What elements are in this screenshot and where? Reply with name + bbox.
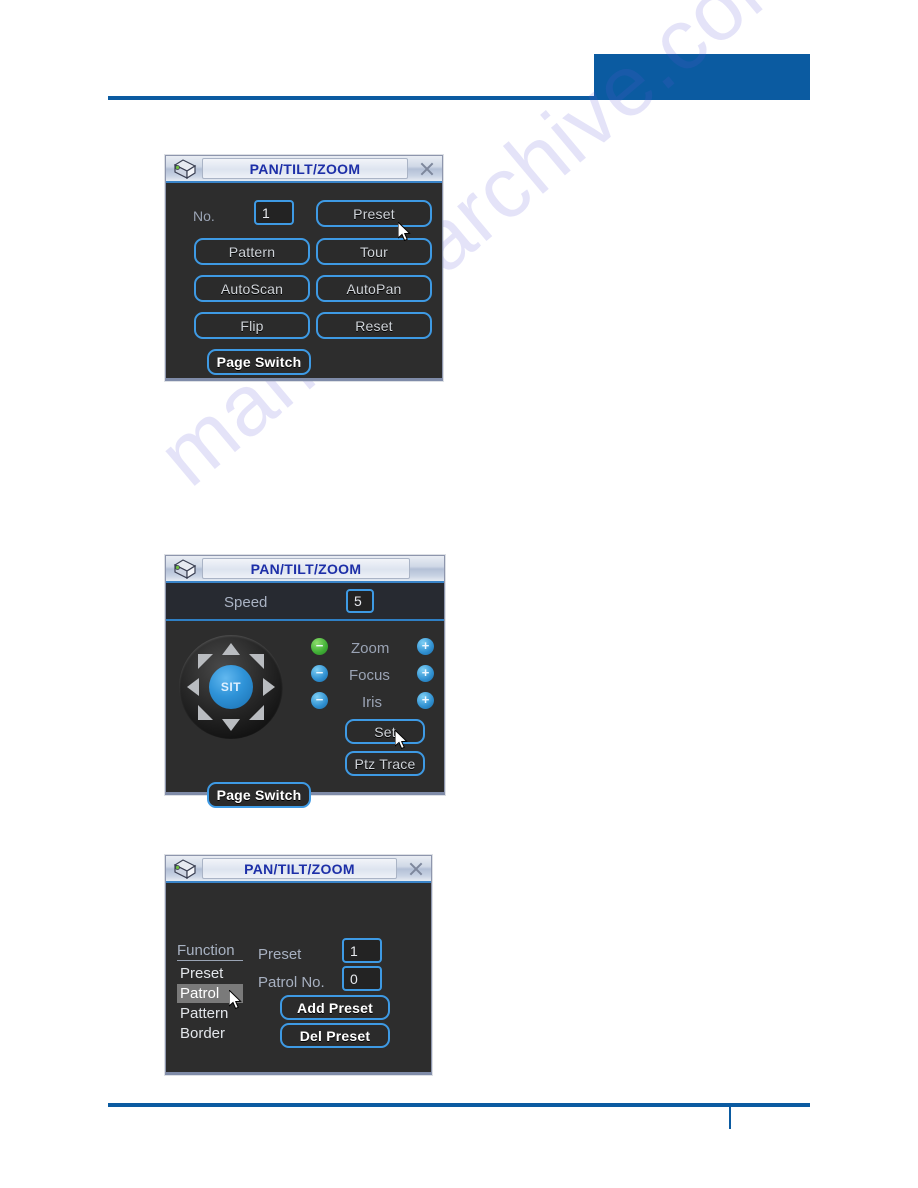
arrow-up-left-icon[interactable]	[198, 654, 213, 669]
zoom-label: Zoom	[351, 640, 390, 657]
function-list-header: Function	[177, 943, 243, 961]
set-button[interactable]: Set	[345, 719, 425, 744]
speed-row	[166, 583, 444, 621]
arrow-down-left-icon[interactable]	[198, 705, 213, 720]
titlebar: PAN/TILT/ZOOM	[166, 556, 444, 583]
mouse-cursor	[394, 728, 408, 750]
patrol-no-label: Patrol No.	[258, 974, 325, 991]
dialog-title-plate: PAN/TILT/ZOOM	[202, 858, 397, 879]
function-item-border[interactable]: Border	[177, 1024, 228, 1043]
del-preset-button[interactable]: Del Preset	[280, 1023, 390, 1048]
dialog-title: PAN/TILT/ZOOM	[244, 860, 355, 877]
titlebar: PAN/TILT/ZOOM	[166, 856, 431, 883]
ptz-dialog-menu: PAN/TILT/ZOOM No. 1 Preset Pattern Tour …	[165, 155, 443, 381]
no-label: No.	[193, 208, 215, 224]
titlebar: PAN/TILT/ZOOM	[166, 156, 442, 183]
speed-input[interactable]: 5	[346, 589, 374, 613]
ptz-dialog-function: PAN/TILT/ZOOM Function Preset Patrol Pat…	[165, 855, 432, 1075]
camera-icon	[170, 858, 200, 880]
close-icon[interactable]	[414, 157, 440, 180]
dialog-title: PAN/TILT/ZOOM	[250, 560, 362, 577]
mouse-cursor	[397, 220, 411, 242]
iris-label: Iris	[362, 694, 382, 711]
reset-button[interactable]: Reset	[316, 312, 432, 339]
iris-plus-button[interactable]: +	[417, 692, 434, 709]
header-rule	[108, 96, 810, 100]
arrow-left-icon[interactable]	[187, 678, 199, 696]
flip-button[interactable]: Flip	[194, 312, 310, 339]
header-accent-block	[594, 54, 810, 99]
arrow-down-right-icon[interactable]	[249, 705, 264, 720]
direction-pad[interactable]: SIT	[179, 635, 283, 739]
add-preset-button[interactable]: Add Preset	[280, 995, 390, 1020]
dialog-title-plate: PAN/TILT/ZOOM	[202, 158, 408, 179]
dialog-title: PAN/TILT/ZOOM	[249, 160, 361, 177]
footer-tick	[729, 1107, 731, 1129]
arrow-up-icon[interactable]	[222, 643, 240, 655]
page-switch-button[interactable]: Page Switch	[207, 349, 311, 375]
no-input[interactable]: 1	[254, 200, 294, 225]
focus-minus-button[interactable]: −	[311, 665, 328, 682]
preset-label: Preset	[258, 946, 302, 963]
camera-icon	[170, 158, 200, 180]
arrow-up-right-icon[interactable]	[249, 654, 264, 669]
dialog-title-plate: PAN/TILT/ZOOM	[202, 558, 410, 579]
zoom-plus-button[interactable]: +	[417, 638, 434, 655]
arrow-down-icon[interactable]	[222, 719, 240, 731]
ptz-trace-button[interactable]: Ptz Trace	[345, 751, 425, 776]
footer-rule	[108, 1103, 810, 1107]
camera-icon	[170, 558, 200, 580]
dpad-center-button[interactable]: SIT	[209, 665, 253, 709]
pattern-button[interactable]: Pattern	[194, 238, 310, 265]
arrow-right-icon[interactable]	[263, 678, 275, 696]
speed-label: Speed	[224, 594, 268, 611]
ptz-dialog-direction: PAN/TILT/ZOOM Speed 5 SIT − Zoom + − Foc…	[165, 555, 445, 808]
document-page: manualsarchive.com PAN/TILT/ZOOM No. 1 P…	[0, 0, 918, 1188]
close-icon[interactable]	[403, 857, 429, 880]
zoom-minus-button[interactable]: −	[311, 638, 328, 655]
patrol-no-input[interactable]: 0	[342, 966, 382, 991]
mouse-cursor	[228, 988, 242, 1010]
preset-input[interactable]: 1	[342, 938, 382, 963]
focus-label: Focus	[349, 667, 390, 684]
iris-minus-button[interactable]: −	[311, 692, 328, 709]
function-item-pattern[interactable]: Pattern	[177, 1004, 231, 1023]
tour-button[interactable]: Tour	[316, 238, 432, 265]
function-item-preset[interactable]: Preset	[177, 964, 226, 983]
focus-plus-button[interactable]: +	[417, 665, 434, 682]
preset-button[interactable]: Preset	[316, 200, 432, 227]
autopan-button[interactable]: AutoPan	[316, 275, 432, 302]
page-switch-button[interactable]: Page Switch	[207, 782, 311, 808]
autoscan-button[interactable]: AutoScan	[194, 275, 310, 302]
